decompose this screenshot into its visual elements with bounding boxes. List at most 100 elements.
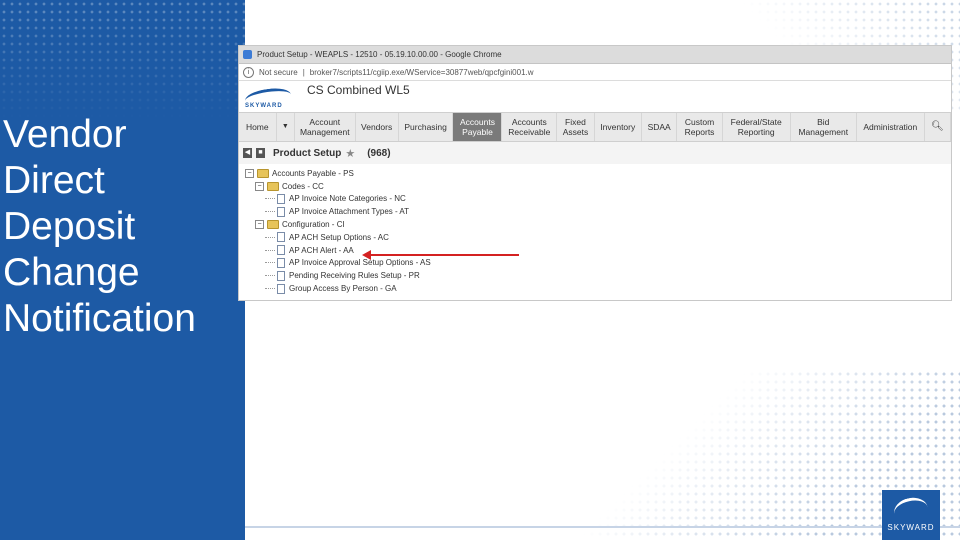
menu-item-vendors[interactable]: Vendors bbox=[356, 113, 399, 141]
menu-label: Bid Management bbox=[798, 117, 849, 137]
tree-node[interactable]: AP ACH Alert - AA bbox=[245, 244, 951, 257]
title-line: Change bbox=[3, 251, 140, 294]
document-icon bbox=[277, 193, 285, 204]
tree-connector bbox=[265, 288, 275, 290]
menu-item-accounts-payable[interactable]: Accounts Payable bbox=[453, 113, 503, 141]
tree-connector bbox=[265, 275, 275, 277]
menu-label: SDAA bbox=[647, 122, 671, 132]
menu-label: Account Management bbox=[299, 117, 350, 137]
record-count: (968) bbox=[367, 147, 391, 159]
page-title: Product Setup bbox=[273, 147, 342, 159]
back-arrow-icon[interactable]: ◀ bbox=[243, 148, 252, 158]
tree-label: Group Access By Person - GA bbox=[289, 284, 397, 294]
menu-item-federal-state-reporting[interactable]: Federal/State Reporting bbox=[723, 113, 791, 141]
collapse-icon[interactable]: − bbox=[255, 181, 264, 191]
menu-label: Vendors bbox=[361, 122, 393, 132]
address-bar[interactable]: i Not secure | broker7/scripts11/cgiip.e… bbox=[239, 64, 951, 81]
security-label: Not secure bbox=[259, 67, 298, 77]
tree-connector bbox=[265, 236, 275, 238]
menu-item-purchasing[interactable]: Purchasing bbox=[399, 113, 454, 141]
tree-label: Codes - CC bbox=[282, 181, 324, 191]
tree-node[interactable]: AP Invoice Attachment Types - AT bbox=[245, 205, 951, 218]
tree-node[interactable]: − Configuration - CI bbox=[245, 218, 951, 231]
app-header: SKYWARD CS Combined WL5 bbox=[239, 81, 951, 110]
document-icon bbox=[277, 206, 285, 217]
folder-icon bbox=[267, 181, 279, 191]
tree-label: AP Invoice Attachment Types - AT bbox=[289, 207, 410, 217]
info-icon[interactable]: i bbox=[243, 66, 254, 78]
menu-label: Home bbox=[245, 122, 269, 132]
star-icon[interactable]: ★ bbox=[345, 147, 355, 160]
slide-title: Vendor Direct Deposit Change Notificatio… bbox=[3, 112, 243, 342]
url-text: broker7/scripts11/cgiip.exe/WService=308… bbox=[309, 67, 534, 77]
chevron-down-icon[interactable]: ▼ bbox=[277, 113, 296, 141]
search-icon[interactable]: 🔍︎ bbox=[925, 113, 951, 141]
window-title: Product Setup - WEAPLS - 12510 - 05.19.1… bbox=[257, 50, 502, 59]
tree-connector bbox=[265, 198, 275, 200]
folder-icon bbox=[257, 168, 269, 178]
browser-title-bar: Product Setup - WEAPLS - 12510 - 05.19.1… bbox=[239, 46, 951, 64]
tree-connector bbox=[265, 249, 275, 251]
logo-text: SKYWARD bbox=[887, 523, 935, 532]
document-icon bbox=[277, 257, 285, 268]
menu-item-home[interactable]: Home bbox=[239, 113, 277, 141]
folder-icon bbox=[267, 220, 279, 230]
menu-label: Fixed Assets bbox=[562, 117, 589, 137]
menu-item-custom-reports[interactable]: Custom Reports bbox=[677, 113, 723, 141]
menu-label: Inventory bbox=[600, 122, 636, 132]
separator: | bbox=[302, 67, 305, 77]
page-icon[interactable]: ■ bbox=[256, 148, 265, 158]
tree-label: AP Invoice Note Categories - NC bbox=[289, 194, 406, 204]
skyward-logo: SKYWARD bbox=[882, 490, 940, 540]
product-tree: − Accounts Payable - PS − Codes - CC AP … bbox=[239, 164, 951, 295]
title-line: Vendor bbox=[3, 113, 127, 156]
tree-label: Pending Receiving Rules Setup - PR bbox=[289, 271, 420, 281]
menu-label: Federal/State Reporting bbox=[730, 117, 782, 137]
swoosh-icon bbox=[891, 494, 931, 527]
dot-pattern bbox=[0, 0, 245, 120]
title-line: Deposit bbox=[3, 205, 136, 248]
divider bbox=[245, 526, 960, 528]
tree-node[interactable]: Pending Receiving Rules Setup - PR bbox=[245, 269, 951, 282]
menu-item-inventory[interactable]: Inventory bbox=[595, 113, 642, 141]
collapse-icon[interactable]: − bbox=[255, 220, 264, 230]
pointer-arrow bbox=[365, 254, 519, 256]
tree-node[interactable]: AP ACH Setup Options - AC bbox=[245, 231, 951, 244]
tree-connector bbox=[265, 262, 275, 264]
tree-node[interactable]: AP Invoice Note Categories - NC bbox=[245, 193, 951, 206]
app-name: CS Combined WL5 bbox=[307, 83, 410, 97]
product-setup-header: ◀ ■ Product Setup ★ (968) bbox=[239, 142, 951, 164]
embedded-screenshot: Product Setup - WEAPLS - 12510 - 05.19.1… bbox=[238, 45, 952, 301]
tree-node[interactable]: AP Invoice Approval Setup Options - AS bbox=[245, 257, 951, 270]
collapse-icon[interactable]: − bbox=[245, 168, 254, 178]
menu-label: Custom Reports bbox=[684, 117, 715, 137]
tree-label: Accounts Payable - PS bbox=[272, 168, 354, 178]
tree-connector bbox=[265, 211, 275, 213]
menu-label: Purchasing bbox=[404, 122, 447, 132]
tree-node[interactable]: Group Access By Person - GA bbox=[245, 282, 951, 295]
tree-node[interactable]: − Codes - CC bbox=[245, 180, 951, 193]
arrow-head-icon bbox=[362, 250, 371, 260]
menu-item-administration[interactable]: Administration bbox=[857, 113, 925, 141]
menu-item-fixed-assets[interactable]: Fixed Assets bbox=[557, 113, 595, 141]
title-panel: Vendor Direct Deposit Change Notificatio… bbox=[0, 0, 245, 540]
menu-label: Administration bbox=[863, 122, 918, 132]
title-line: Notification bbox=[3, 297, 196, 340]
tree-node[interactable]: − Accounts Payable - PS bbox=[245, 167, 951, 180]
page-icon bbox=[243, 50, 252, 59]
document-icon bbox=[277, 245, 285, 256]
tree-label: AP Invoice Approval Setup Options - AS bbox=[289, 258, 431, 268]
logo-text: SKYWARD bbox=[245, 103, 283, 109]
menu-item-sdaa[interactable]: SDAA bbox=[642, 113, 678, 141]
main-menu: Home ▼ Account Management Vendors Purcha… bbox=[239, 112, 951, 142]
menu-label: Accounts Payable bbox=[459, 117, 495, 137]
menu-label: Accounts Receivable bbox=[508, 117, 551, 137]
menu-item-accounts-receivable[interactable]: Accounts Receivable bbox=[502, 113, 558, 141]
title-line: Direct bbox=[3, 159, 105, 202]
document-icon bbox=[277, 232, 285, 243]
menu-item-bid-management[interactable]: Bid Management bbox=[791, 113, 857, 141]
document-icon bbox=[277, 270, 285, 281]
skyward-logo: SKYWARD bbox=[243, 85, 295, 110]
tree-label: AP ACH Alert - AA bbox=[289, 245, 354, 255]
menu-item-account-management[interactable]: Account Management bbox=[295, 113, 356, 141]
